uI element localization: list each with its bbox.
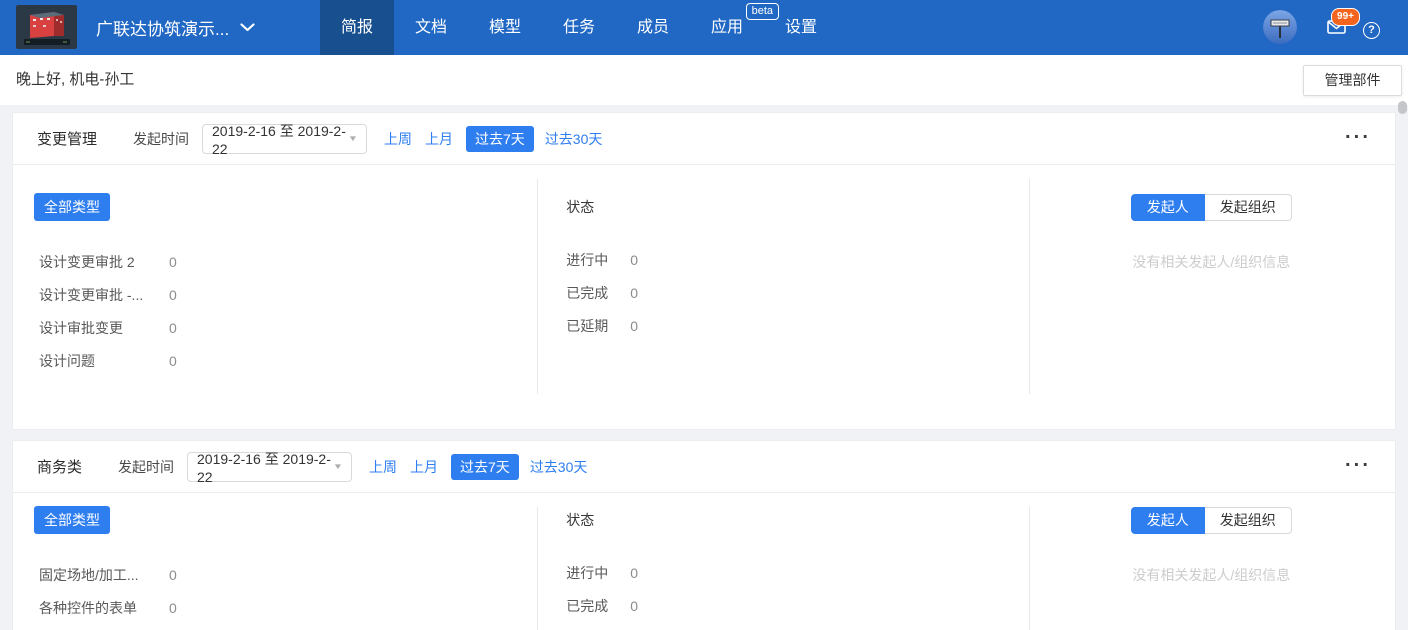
column-divider xyxy=(1029,179,1030,394)
types-column: 全部类型 设计变更审批 2 0 设计变更审批 -... 0 设计审批变更 0 设… xyxy=(13,193,536,430)
past-30-days-link[interactable]: 过去30天 xyxy=(545,129,603,149)
date-range-value: 2019-2-16 至 2019-2-22 xyxy=(197,449,334,485)
types-column: 全部类型 固定场地/加工... 0 各种控件的表单 0 进度报量 0 xyxy=(13,506,536,630)
initiator-org-tab[interactable]: 发起组织 xyxy=(1205,507,1292,534)
tab-members[interactable]: 成员 xyxy=(616,0,690,55)
type-row: 各种控件的表单 0 xyxy=(39,591,536,624)
manage-widgets-button[interactable]: 管理部件 xyxy=(1303,65,1402,96)
column-divider xyxy=(537,179,538,394)
last-month-link[interactable]: 上月 xyxy=(425,129,453,149)
empty-state-message: 没有相关发起人/组织信息 xyxy=(1132,565,1290,585)
greeting-message: 晚上好, 机电-孙工 xyxy=(0,55,1408,105)
empty-state-message: 没有相关发起人/组织信息 xyxy=(1132,252,1290,272)
status-header: 状态 xyxy=(566,197,1027,217)
more-options-button[interactable]: ··· xyxy=(1345,455,1371,475)
card-header: 变更管理 发起时间 2019-2-16 至 2019-2-22 ▼ 上周 上月 … xyxy=(13,113,1395,165)
status-header: 状态 xyxy=(566,510,1027,530)
initiator-person-tab[interactable]: 发起人 xyxy=(1131,194,1205,221)
status-row: 进行中 0 xyxy=(566,243,1027,276)
building-logo-icon xyxy=(16,5,77,49)
type-row: 设计问题 0 xyxy=(39,344,536,377)
initiator-column: 发起人 发起组织 没有相关发起人/组织信息 xyxy=(1028,506,1395,630)
notification-count-badge: 99+ xyxy=(1331,8,1360,26)
card-header: 商务类 发起时间 2019-2-16 至 2019-2-22 ▼ 上周 上月 过… xyxy=(13,441,1395,493)
vertical-scrollbar-thumb[interactable] xyxy=(1398,101,1407,114)
date-range-select[interactable]: 2019-2-16 至 2019-2-22 ▼ xyxy=(202,124,367,154)
type-row: 设计审批变更 0 xyxy=(39,311,536,344)
help-icon[interactable]: ? xyxy=(1363,22,1380,39)
date-range-select[interactable]: 2019-2-16 至 2019-2-22 ▼ xyxy=(187,452,352,482)
user-avatar[interactable] xyxy=(1263,10,1297,44)
status-row: 已完成 0 xyxy=(566,276,1027,309)
tab-tasks[interactable]: 任务 xyxy=(542,0,616,55)
initiator-column: 发起人 发起组织 没有相关发起人/组织信息 xyxy=(1028,193,1395,430)
main-nav-tabs: 简报 文档 模型 任务 成员 应用 beta 设置 xyxy=(320,0,838,55)
project-switcher[interactable]: 广联达协筑演示... xyxy=(96,0,255,55)
tab-models[interactable]: 模型 xyxy=(468,0,542,55)
past-30-days-link[interactable]: 过去30天 xyxy=(530,457,588,477)
greeting-bar: 晚上好, 机电-孙工 管理部件 xyxy=(0,55,1408,105)
chevron-down-icon xyxy=(240,19,255,37)
last-week-link[interactable]: 上周 xyxy=(369,457,397,477)
caret-down-icon: ▼ xyxy=(333,462,343,471)
status-column: 状态 进行中 0 已完成 0 已延期 0 xyxy=(536,506,1027,630)
initiator-org-tab[interactable]: 发起组织 xyxy=(1205,194,1292,221)
caret-down-icon: ▼ xyxy=(348,134,358,143)
status-row: 已延期 0 xyxy=(566,309,1027,342)
type-row: 设计变更审批 2 0 xyxy=(39,245,536,278)
card-title: 变更管理 xyxy=(37,128,97,149)
last-week-link[interactable]: 上周 xyxy=(384,129,412,149)
more-options-button[interactable]: ··· xyxy=(1345,127,1371,147)
type-row: 设计变更审批 -... 0 xyxy=(39,278,536,311)
status-row: 进行中 0 xyxy=(566,556,1027,589)
initiator-person-tab[interactable]: 发起人 xyxy=(1131,507,1205,534)
past-7-days-button[interactable]: 过去7天 xyxy=(466,126,534,152)
all-types-button[interactable]: 全部类型 xyxy=(34,193,110,221)
status-row: 已延期 0 xyxy=(566,622,1027,630)
top-navbar: 广联达协筑演示... 简报 文档 模型 任务 成员 应用 beta 设置 xyxy=(0,0,1408,55)
column-divider xyxy=(1029,507,1030,630)
past-7-days-button[interactable]: 过去7天 xyxy=(451,454,519,480)
status-column: 状态 进行中 0 已完成 0 已延期 0 xyxy=(536,193,1027,430)
date-range-value: 2019-2-16 至 2019-2-22 xyxy=(212,121,349,157)
project-logo-thumbnail xyxy=(16,5,77,49)
type-row: 进度报量 0 xyxy=(39,624,536,630)
project-name: 广联达协筑演示... xyxy=(96,15,229,40)
filter-label: 发起时间 xyxy=(133,129,189,149)
tab-documents[interactable]: 文档 xyxy=(394,0,468,55)
card-title: 商务类 xyxy=(37,456,82,477)
tab-settings[interactable]: 设置 xyxy=(764,0,838,55)
card-business: 商务类 发起时间 2019-2-16 至 2019-2-22 ▼ 上周 上月 过… xyxy=(12,440,1396,630)
type-row: 固定场地/加工... 0 xyxy=(39,558,536,591)
status-row: 已完成 0 xyxy=(566,589,1027,622)
tab-briefing[interactable]: 简报 xyxy=(320,0,394,55)
tab-apps[interactable]: 应用 beta xyxy=(690,0,764,55)
all-types-button[interactable]: 全部类型 xyxy=(34,506,110,534)
last-month-link[interactable]: 上月 xyxy=(410,457,438,477)
column-divider xyxy=(537,507,538,630)
card-body: 全部类型 固定场地/加工... 0 各种控件的表单 0 进度报量 0 状态 xyxy=(13,493,1395,630)
card-body: 全部类型 设计变更审批 2 0 设计变更审批 -... 0 设计审批变更 0 设… xyxy=(13,165,1395,430)
card-change-management: 变更管理 发起时间 2019-2-16 至 2019-2-22 ▼ 上周 上月 … xyxy=(12,112,1396,430)
initiator-toggle: 发起人 发起组织 xyxy=(1131,194,1292,221)
initiator-toggle: 发起人 发起组织 xyxy=(1131,507,1292,534)
notifications-button[interactable]: 99+ xyxy=(1327,20,1346,39)
filter-label: 发起时间 xyxy=(118,457,174,477)
